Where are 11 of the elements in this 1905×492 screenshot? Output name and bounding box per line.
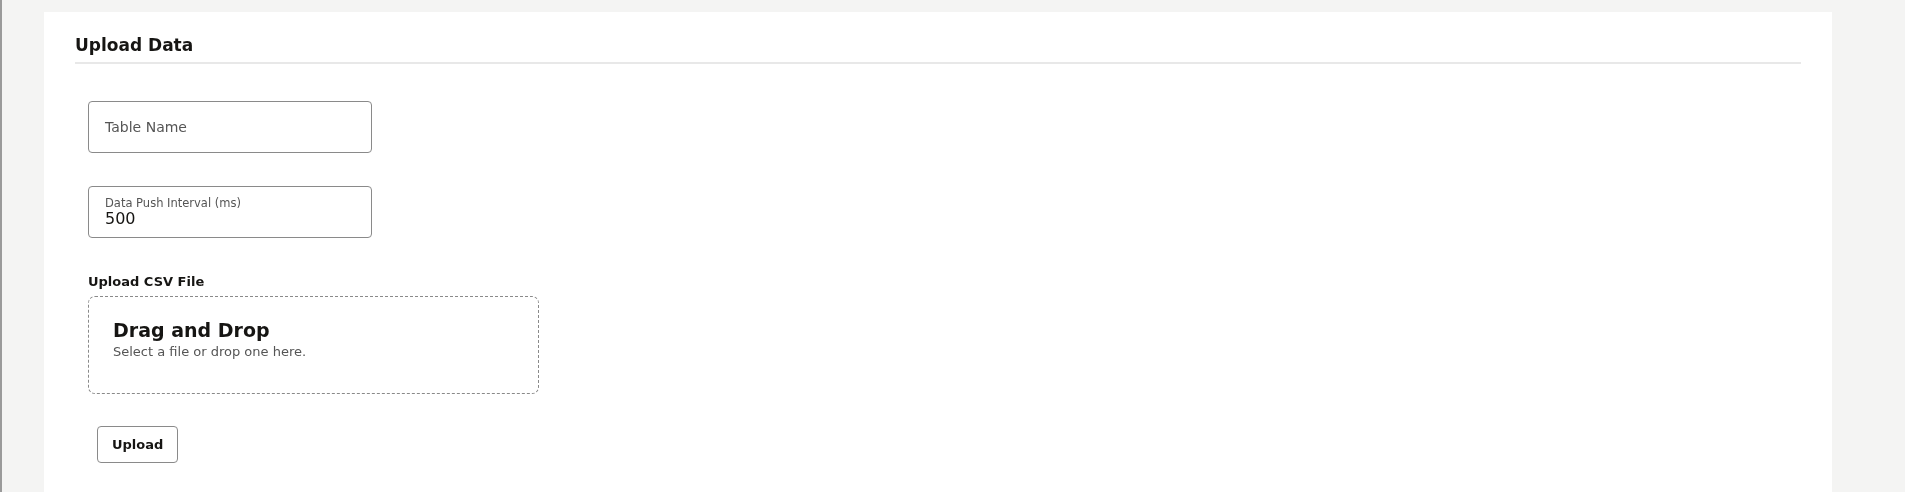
panel-title: Upload Data [75,35,1801,65]
input-field[interactable]: Table Name [88,101,372,154]
drop-zone[interactable]: Drag and Drop Select a file or drop one here. [88,295,539,394]
upload-button[interactable]: Upload [97,425,179,464]
drop-zone-title: Drag and Drop [113,318,271,342]
input-field[interactable]: Data Push Interval (ms) 500 [88,186,372,239]
field-value: 500 [105,210,137,229]
field-label: Data Push Interval (ms) [105,196,242,211]
drop-zone-hint: Select a file or drop one here. [113,342,308,361]
section-label: Upload CSV File [88,273,206,292]
field-label: Table Name [105,119,188,136]
